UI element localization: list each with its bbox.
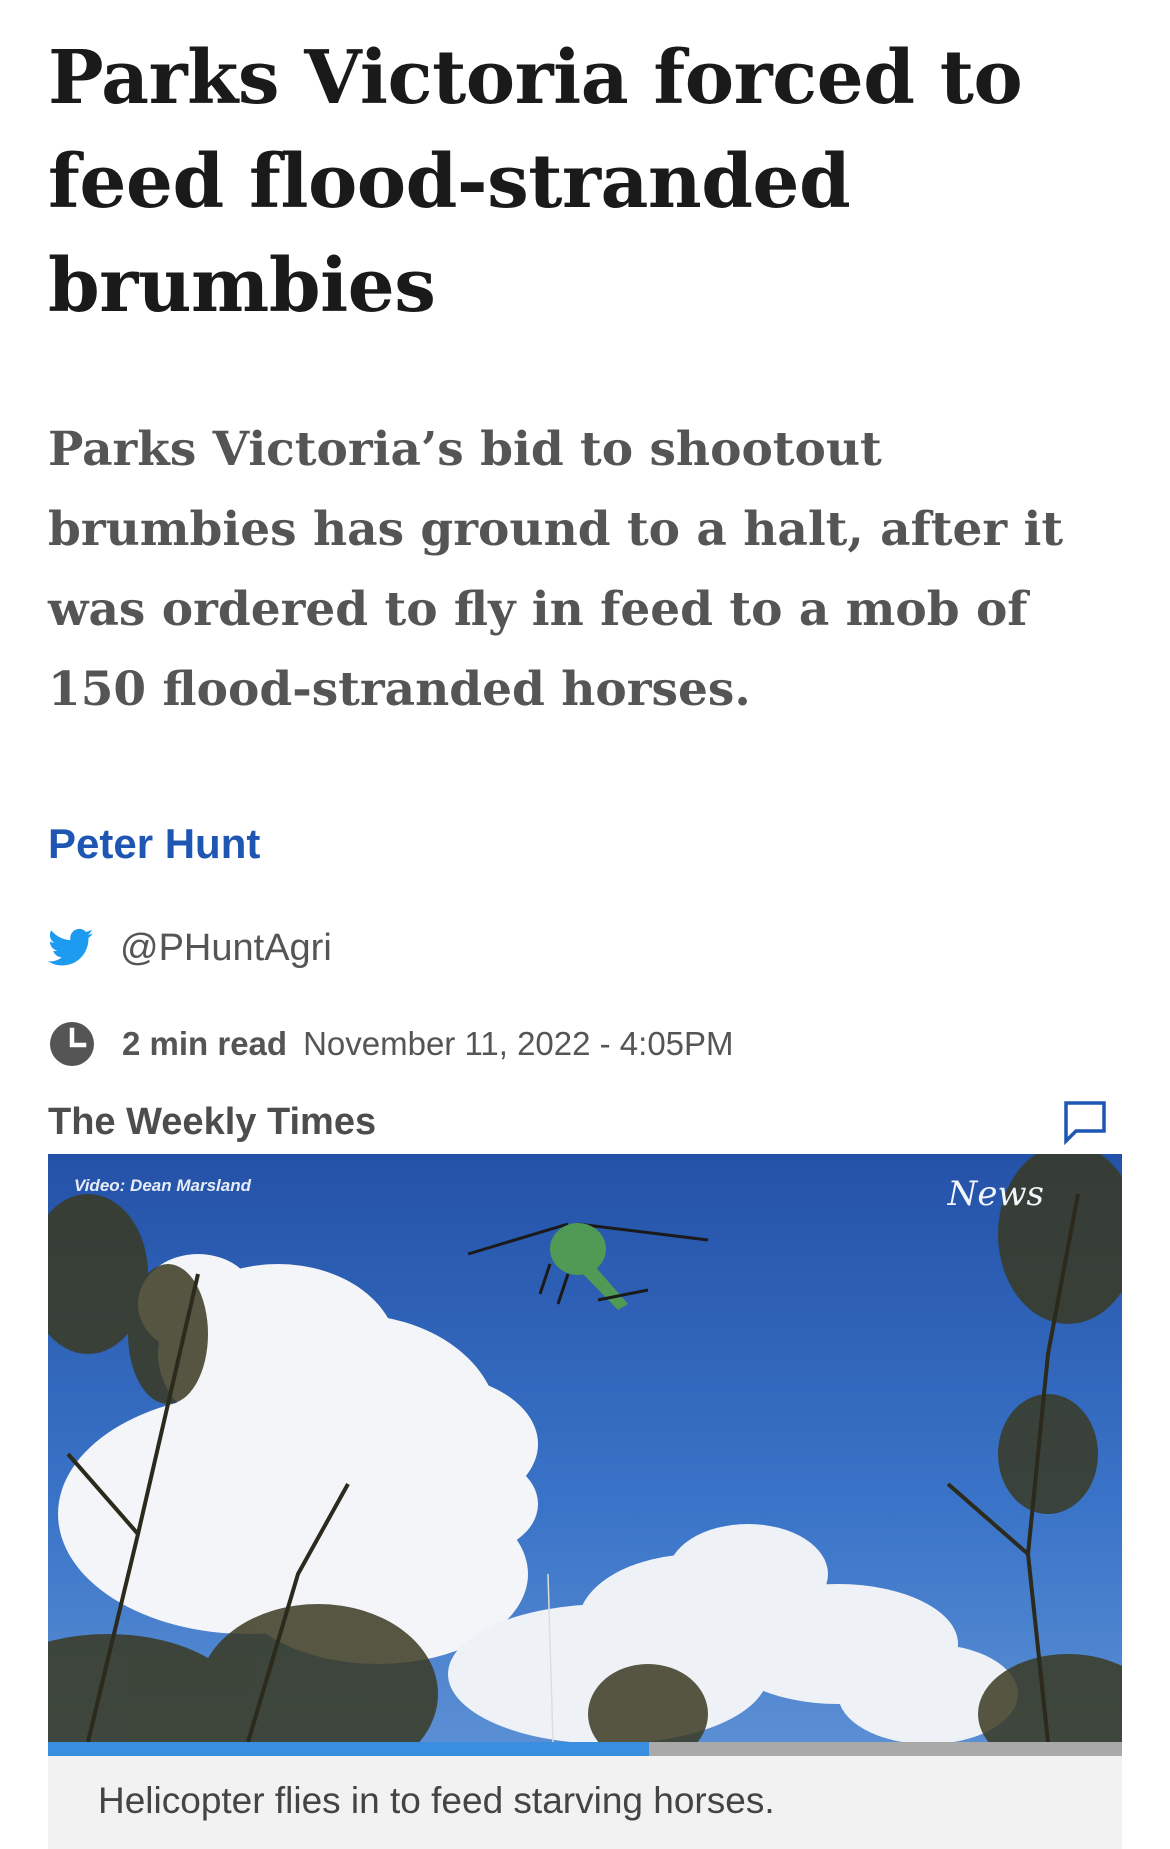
video-caption: Helicopter flies in to feed starving hor… bbox=[48, 1756, 1122, 1849]
article-standfirst: Parks Victoria’s bid to shootout brumbie… bbox=[48, 422, 1064, 717]
video-player[interactable]: Video: Dean Marsland News bbox=[48, 1154, 1122, 1742]
read-time: 2 min read bbox=[122, 1025, 288, 1062]
twitter-bird-icon bbox=[48, 928, 94, 968]
video-frame bbox=[48, 1154, 1122, 1742]
article-meta: 2 min read November 11, 2022 - 4:05PM bbox=[48, 1016, 1122, 1072]
video-progress-fill bbox=[48, 1742, 650, 1756]
article-headline: Parks Victoria forced to feed flood-stra… bbox=[48, 35, 1023, 329]
clock-icon bbox=[48, 1020, 96, 1068]
video-progress-bar[interactable] bbox=[48, 1742, 1122, 1756]
publish-date: November 11, 2022 - 4:05PM bbox=[303, 1025, 734, 1062]
publication-name: The Weekly Times bbox=[48, 1100, 377, 1143]
article-header: Parks Victoria forced to feed flood-stra… bbox=[48, 0, 1122, 1150]
source-row: The Weekly Times bbox=[48, 1094, 1122, 1150]
author-link[interactable]: Peter Hunt bbox=[48, 816, 1122, 872]
twitter-handle: @PHuntAgri bbox=[120, 926, 332, 969]
comment-bubble-icon[interactable] bbox=[1062, 1099, 1108, 1146]
video-credit: Video: Dean Marsland bbox=[74, 1176, 251, 1195]
author-twitter[interactable]: @PHuntAgri bbox=[48, 920, 1122, 976]
news-logo: News bbox=[947, 1174, 1044, 1214]
